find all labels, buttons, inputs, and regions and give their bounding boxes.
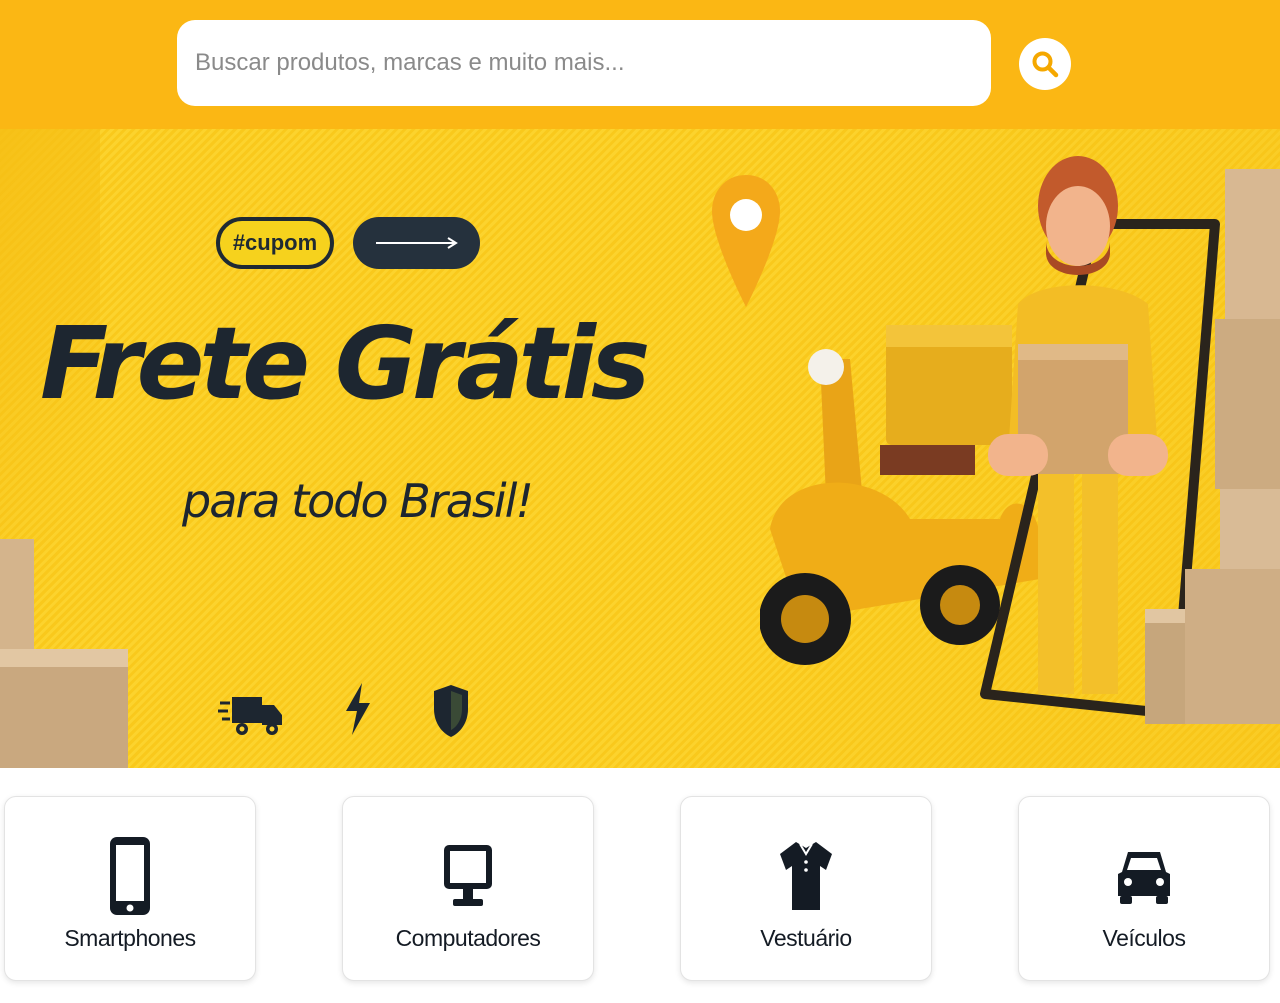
box-illustration-left <box>0 539 128 768</box>
cat-icon-wrap <box>681 835 931 917</box>
category-label: Veículos <box>1102 925 1186 951</box>
category-label: Computadores <box>395 925 541 951</box>
banner-arrow-button[interactable] <box>353 217 480 269</box>
promo-banner[interactable]: #cupom Frete Grátis para todo Brasil! <box>0 129 1280 768</box>
cat-icon-wrap <box>5 835 255 917</box>
banner-headline: Frete Grátis <box>40 305 650 422</box>
search-button[interactable] <box>1019 38 1071 90</box>
banner-subheadline: para todo Brasil! <box>182 474 534 528</box>
monitor-icon <box>444 845 492 906</box>
arrow-right-icon <box>375 237 458 249</box>
category-label: Smartphones <box>64 925 196 951</box>
search-icon <box>1032 51 1059 78</box>
cupom-tag: #cupom <box>216 217 334 269</box>
lightning-icon <box>346 683 370 735</box>
cat-icon-wrap <box>343 835 593 917</box>
category-card-vestuario[interactable]: Vestuário <box>680 796 932 981</box>
category-card-computadores[interactable]: Computadores <box>342 796 594 981</box>
header-bar <box>0 0 1280 129</box>
box-stack-illustration <box>1145 169 1280 724</box>
search-input[interactable] <box>177 20 991 106</box>
car-icon <box>1118 852 1170 904</box>
cat-icon-wrap <box>1019 835 1269 917</box>
shield-icon <box>434 685 468 737</box>
category-label: Vestuário <box>760 925 852 951</box>
shirt-icon <box>780 842 832 910</box>
category-card-smartphones[interactable]: Smartphones <box>4 796 256 981</box>
category-card-veiculos[interactable]: Veículos <box>1018 796 1270 981</box>
location-pin-icon <box>712 175 780 307</box>
smartphone-icon <box>110 837 150 915</box>
truck-icon <box>218 697 282 735</box>
